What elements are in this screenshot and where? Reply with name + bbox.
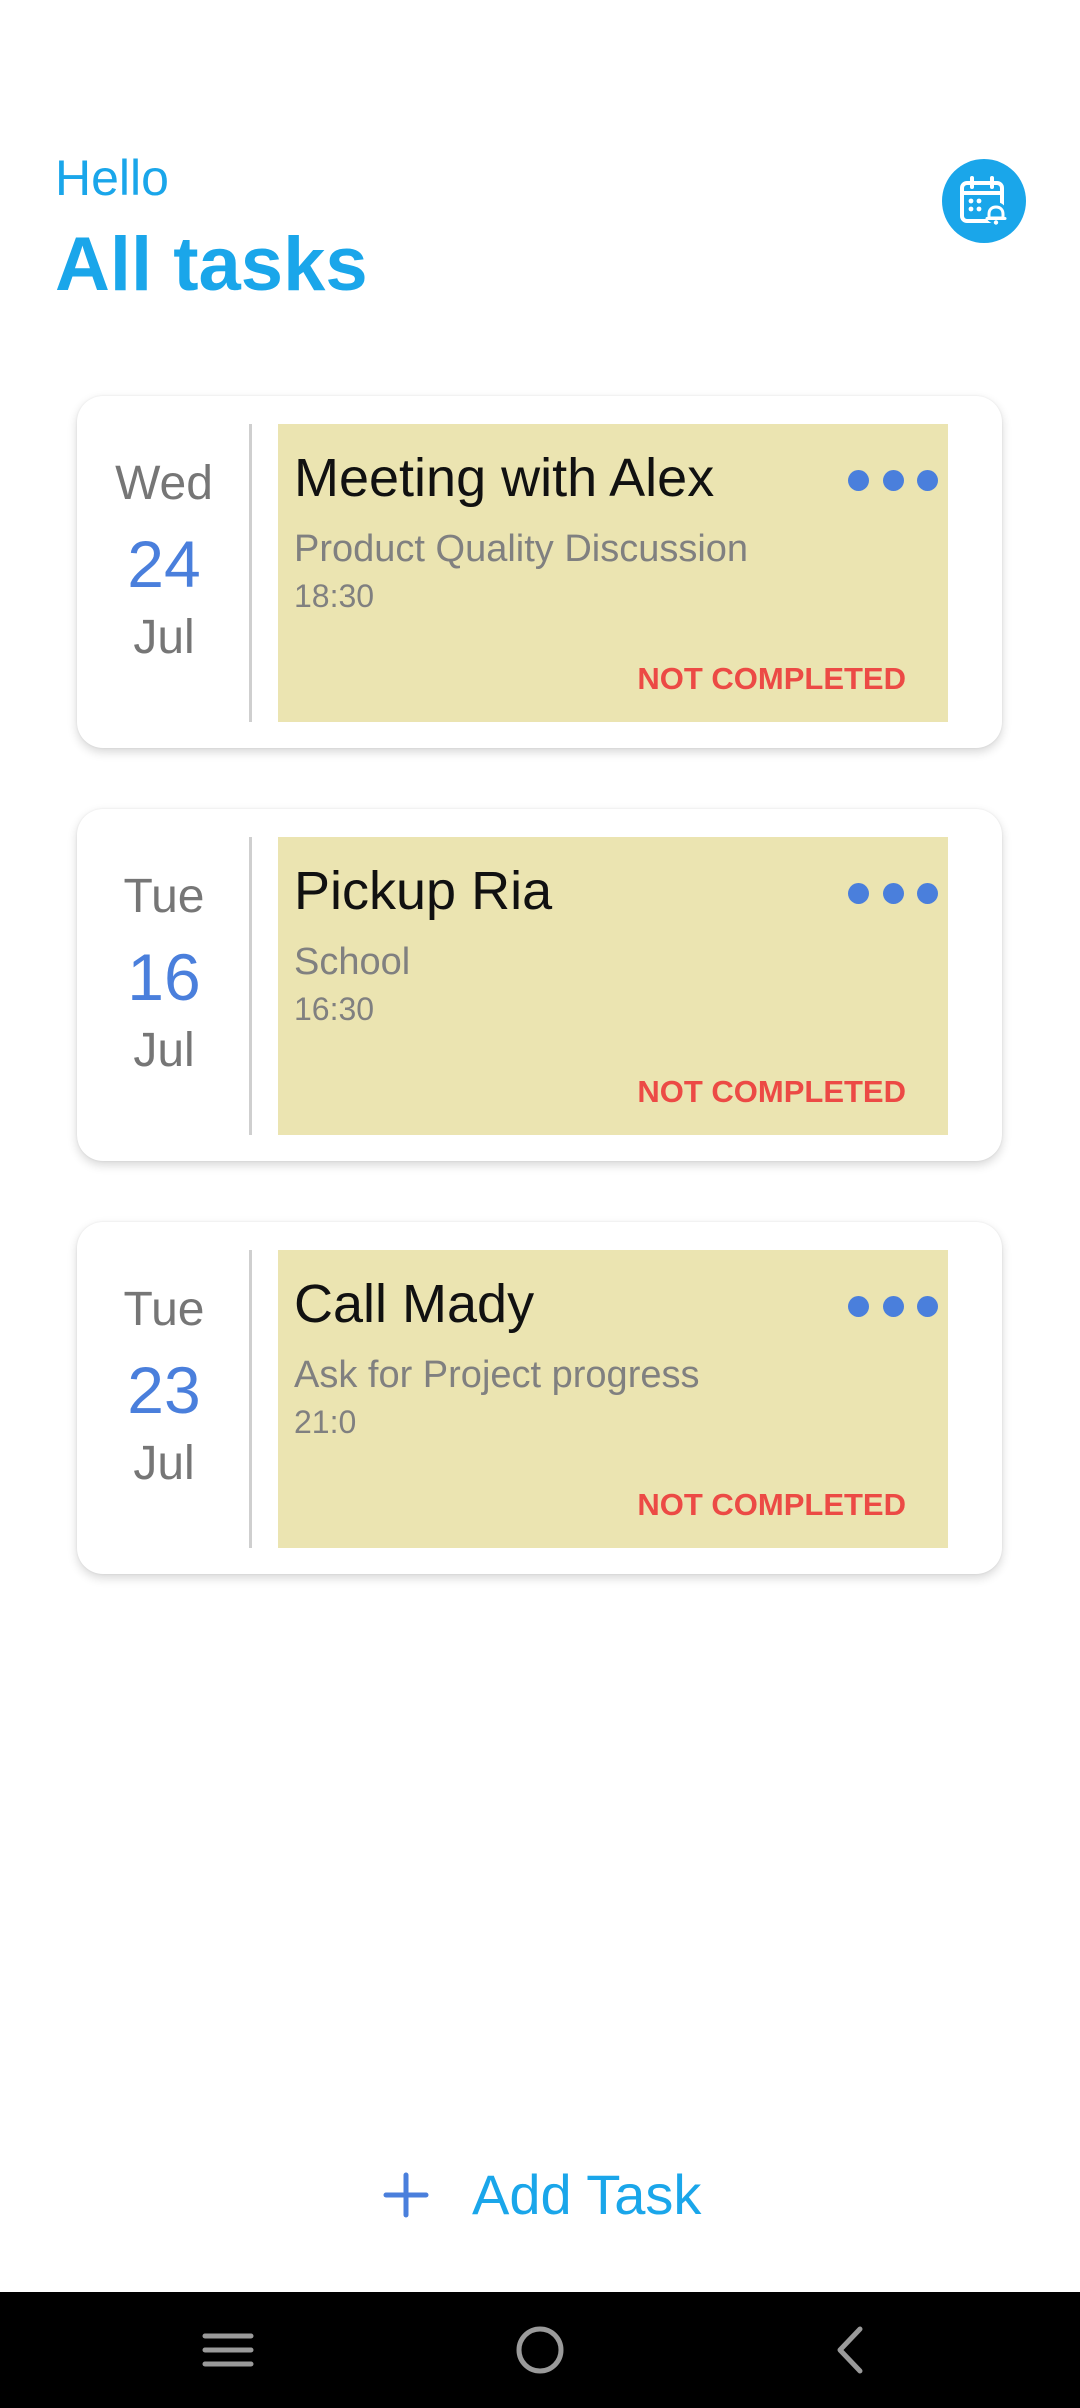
nav-back-button[interactable] bbox=[800, 2312, 900, 2388]
plus-icon bbox=[383, 2172, 429, 2218]
task-body[interactable]: Pickup Ria School 16:30 NOT COMPLETED bbox=[278, 837, 948, 1135]
more-dots-icon bbox=[848, 469, 869, 491]
task-time: 16:30 bbox=[294, 991, 375, 1027]
more-dots-icon bbox=[917, 469, 938, 491]
more-dots-icon bbox=[848, 882, 869, 904]
more-dots-icon bbox=[882, 469, 904, 491]
more-dots-icon bbox=[882, 882, 904, 904]
task-title: Meeting with Alex bbox=[294, 448, 715, 508]
task-date: Tue 16 Jul bbox=[77, 809, 251, 1161]
task-weekday: Tue bbox=[123, 1283, 205, 1336]
more-options-button[interactable] bbox=[848, 873, 938, 913]
more-dots-icon bbox=[917, 1295, 938, 1317]
menu-icon bbox=[202, 2333, 254, 2367]
task-month: Jul bbox=[133, 1024, 195, 1077]
calendar-bell-icon bbox=[960, 176, 1007, 225]
task-weekday: Tue bbox=[123, 870, 205, 923]
task-day: 16 bbox=[127, 940, 201, 1014]
more-dots-icon bbox=[882, 1295, 904, 1317]
date-divider bbox=[249, 1250, 252, 1548]
nav-home-button[interactable] bbox=[490, 2312, 590, 2388]
date-divider bbox=[249, 424, 252, 722]
task-status: NOT COMPLETED bbox=[637, 661, 906, 696]
more-options-button[interactable] bbox=[848, 460, 938, 500]
header-greeting: Hello bbox=[55, 150, 169, 206]
task-card[interactable]: Tue 23 Jul Call Mady Ask for Project pro… bbox=[77, 1222, 1002, 1574]
task-card[interactable]: Tue 16 Jul Pickup Ria School 16:30 NOT C… bbox=[77, 809, 1002, 1161]
more-dots-icon bbox=[917, 882, 938, 904]
back-icon bbox=[837, 2326, 863, 2374]
task-body[interactable]: Call Mady Ask for Project progress 21:0 … bbox=[278, 1250, 948, 1548]
add-task-button[interactable]: Add Task bbox=[380, 2155, 701, 2235]
task-date: Tue 23 Jul bbox=[77, 1222, 251, 1574]
task-day: 24 bbox=[127, 527, 201, 601]
task-status: NOT COMPLETED bbox=[637, 1074, 906, 1109]
calendar-button[interactable] bbox=[942, 159, 1026, 243]
task-description: Ask for Project progress bbox=[294, 1354, 700, 1396]
nav-menu-button[interactable] bbox=[178, 2312, 278, 2388]
task-time: 18:30 bbox=[294, 578, 375, 614]
task-card[interactable]: Wed 24 Jul Meeting with Alex Product Qua… bbox=[77, 396, 1002, 748]
task-body[interactable]: Meeting with Alex Product Quality Discus… bbox=[278, 424, 948, 722]
more-options-button[interactable] bbox=[848, 1286, 938, 1326]
task-date: Wed 24 Jul bbox=[77, 396, 251, 748]
home-icon bbox=[516, 2326, 564, 2374]
task-month: Jul bbox=[133, 1437, 195, 1490]
add-task-label: Add Task bbox=[472, 2163, 702, 2226]
task-weekday: Wed bbox=[115, 457, 213, 510]
date-divider bbox=[249, 837, 252, 1135]
system-nav-bar bbox=[0, 2292, 1080, 2408]
task-title: Call Mady bbox=[294, 1274, 535, 1334]
task-status: NOT COMPLETED bbox=[637, 1487, 906, 1522]
task-description: Product Quality Discussion bbox=[294, 528, 749, 570]
task-month: Jul bbox=[133, 611, 195, 664]
task-time: 21:0 bbox=[294, 1404, 357, 1440]
page-title: All tasks bbox=[55, 222, 368, 307]
task-title: Pickup Ria bbox=[294, 861, 553, 921]
more-dots-icon bbox=[848, 1295, 869, 1317]
task-day: 23 bbox=[127, 1353, 201, 1427]
task-description: School bbox=[294, 941, 411, 983]
